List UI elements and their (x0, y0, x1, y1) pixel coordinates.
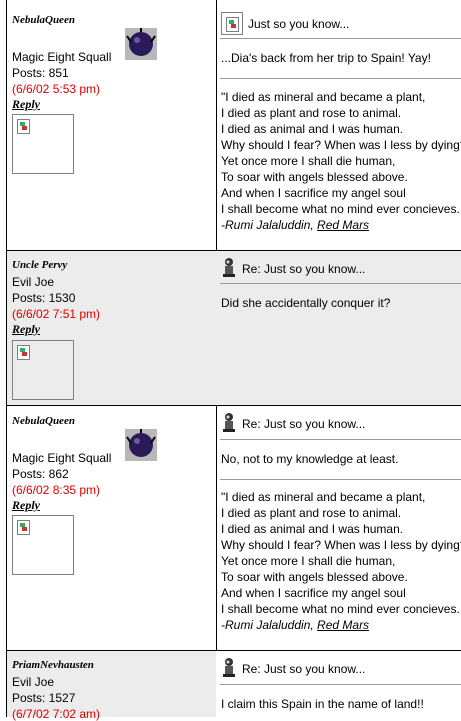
author-panel: Uncle Pervy Evil Joe Posts: 1530 (6/6/02… (6, 251, 217, 406)
message-subject: Re: Just so you know... (242, 262, 366, 276)
post-row: NebulaQueen Magic Eight Squall Posts: 86… (6, 405, 461, 651)
avatar (12, 340, 74, 400)
message-subject: Re: Just so you know... (242, 662, 366, 676)
message-body: I claim this Spain in the name of land!! (221, 697, 424, 711)
sig-source: -Rumi Jalaluddin, (221, 218, 318, 232)
user-title: Magic Eight Squall (12, 451, 112, 465)
message-body: No, not to my knowledge at least. (221, 452, 399, 466)
message-subject: Just so you know... (248, 17, 350, 31)
divider (220, 38, 461, 39)
message-panel: Re: Just so you know... Did she accident… (216, 251, 461, 406)
user-post-icon (223, 258, 235, 277)
message-subject: Re: Just so you know... (242, 417, 366, 431)
message-icon-frame (221, 12, 243, 35)
user-title: Evil Joe (12, 275, 55, 289)
author-panel: NebulaQueen Magic Eight Squall Posts: 86… (6, 406, 217, 651)
divider (220, 439, 461, 440)
message-panel: Re: Just so you know... No, not to my kn… (216, 406, 461, 651)
post-date: (6/6/02 7:51 pm) (12, 307, 101, 321)
dark-orb-icon (125, 429, 157, 461)
sig-source: -Rumi Jalaluddin, (221, 618, 318, 632)
sig-line: Why should I fear? When was I less by dy… (221, 138, 461, 152)
signature: "I died as mineral and became a plant, I… (221, 89, 461, 233)
post-date: (6/7/02 7:02 am) (12, 707, 101, 721)
signature: "I died as mineral and became a plant, I… (221, 489, 461, 633)
message-body: ...Dia's back from her trip to Spain! Ya… (221, 51, 431, 65)
reply-link[interactable]: Reply (12, 97, 40, 112)
message-panel: Just so you know... ...Dia's back from h… (216, 0, 461, 250)
sig-line: I died as animal and I was human. (221, 522, 404, 536)
sig-link[interactable]: Red Mars (317, 618, 369, 632)
post-count: Posts: 1530 (12, 291, 76, 305)
sig-line: I died as plant and rose to animal. (221, 106, 402, 120)
sig-link[interactable]: Red Mars (317, 218, 369, 232)
sig-line: Why should I fear? When was I less by dy… (221, 538, 461, 552)
sig-line: I died as plant and rose to animal. (221, 506, 402, 520)
post-row: NebulaQueen Magic Eight Squall Posts: 85… (6, 0, 461, 250)
divider (220, 283, 461, 284)
broken-image-icon (226, 17, 239, 32)
broken-image-icon (17, 520, 30, 535)
post-row: Uncle Pervy Evil Joe Posts: 1530 (6/6/02… (6, 250, 461, 406)
sig-line: I died as animal and I was human. (221, 122, 404, 136)
user-post-icon (223, 413, 235, 432)
user-title: Magic Eight Squall (12, 50, 112, 64)
username[interactable]: Uncle Pervy (12, 259, 67, 271)
post-count: Posts: 1527 (12, 691, 76, 705)
message-body: Did she accidentally conquer it? (221, 296, 391, 310)
divider (220, 479, 461, 480)
divider (220, 78, 461, 79)
post-date: (6/6/02 5:53 pm) (12, 82, 101, 96)
sig-line: To soar with angels blessed above. (221, 570, 408, 584)
dark-orb-icon (125, 28, 157, 60)
message-panel: Re: Just so you know... I claim this Spa… (216, 651, 461, 717)
sig-line: I shall become what no mind ever conciev… (221, 202, 460, 216)
post-count: Posts: 862 (12, 467, 69, 481)
username[interactable]: PriamNevhausten (12, 659, 94, 671)
sig-line: Yet once more I shall die human, (221, 554, 396, 568)
sig-line: "I died as mineral and became a plant, (221, 490, 426, 504)
broken-image-icon (17, 345, 30, 360)
reply-link[interactable]: Reply (12, 498, 40, 513)
sig-line: "I died as mineral and became a plant, (221, 90, 426, 104)
author-panel: NebulaQueen Magic Eight Squall Posts: 85… (6, 0, 217, 250)
sig-line: To soar with angels blessed above. (221, 170, 408, 184)
author-panel: PriamNevhausten Evil Joe Posts: 1527 (6/… (6, 651, 217, 721)
reply-link[interactable]: Reply (12, 322, 40, 337)
sig-line: And when I sacrifice my angel soul (221, 186, 406, 200)
avatar (12, 114, 74, 174)
username[interactable]: NebulaQueen (12, 14, 75, 26)
post-date: (6/6/02 8:35 pm) (12, 483, 101, 497)
post-row: PriamNevhausten Evil Joe Posts: 1527 (6/… (6, 650, 461, 721)
sig-line: And when I sacrifice my angel soul (221, 586, 406, 600)
sig-line: I shall become what no mind ever conciev… (221, 602, 460, 616)
username[interactable]: NebulaQueen (12, 415, 75, 427)
user-post-icon (223, 658, 235, 677)
user-title: Evil Joe (12, 675, 55, 689)
post-count: Posts: 851 (12, 66, 69, 80)
avatar (12, 515, 74, 575)
broken-image-icon (17, 119, 30, 134)
divider (220, 684, 461, 685)
sig-line: Yet once more I shall die human, (221, 154, 396, 168)
